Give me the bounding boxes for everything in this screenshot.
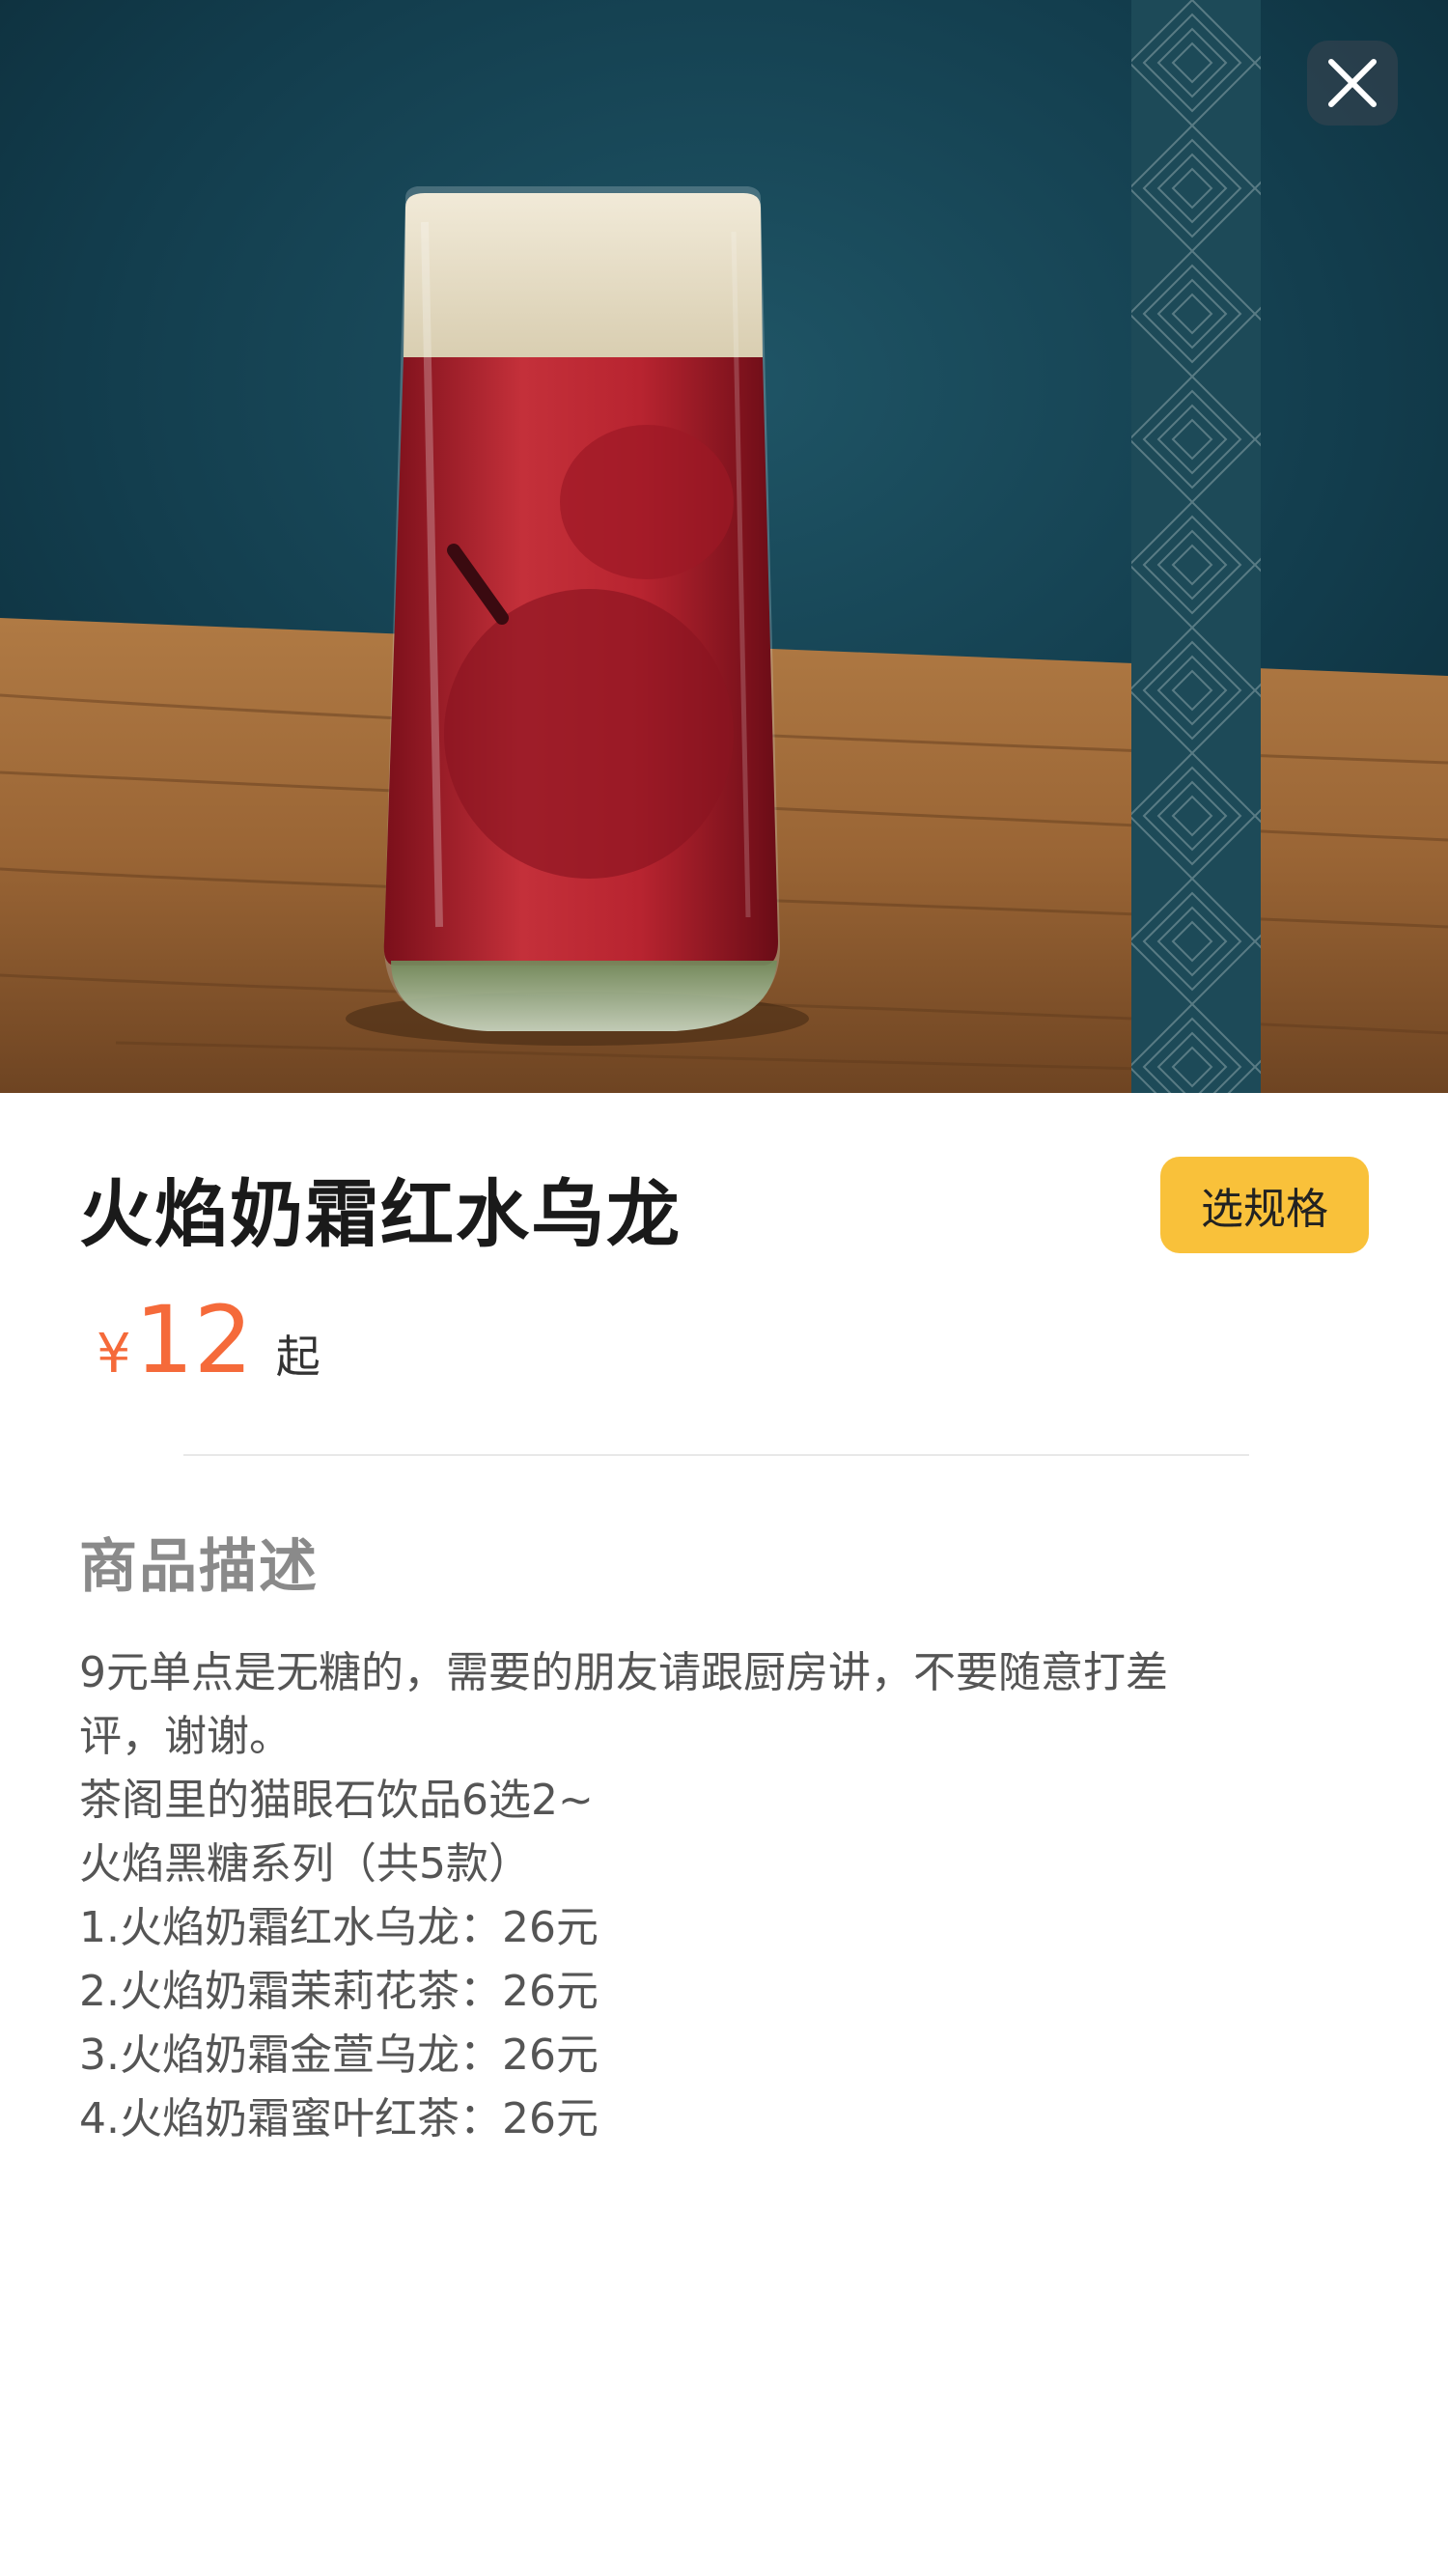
close-button[interactable] xyxy=(1307,41,1398,126)
product-title: 火焰奶霜红水乌龙 xyxy=(79,1171,682,1257)
divider xyxy=(183,1454,1249,1456)
description-line: 2.火焰奶霜茉莉花茶：26元 xyxy=(79,1967,599,2016)
product-image xyxy=(0,0,1448,1093)
description-body: 9元单点是无糖的，需要的朋友请跟厨房讲，不要随意打差 评，谢谢。 茶阁里的猫眼石… xyxy=(79,1641,1353,2151)
price-suffix: 起 xyxy=(275,1330,320,1383)
select-spec-button[interactable]: 选规格 xyxy=(1160,1157,1369,1253)
price: ¥ 12 起 xyxy=(97,1294,320,1386)
description-line: 1.火焰奶霜红水乌龙：26元 xyxy=(79,1903,599,1952)
description-line: 4.火焰奶霜蜜叶红茶：26元 xyxy=(79,2094,599,2143)
price-amount: 12 xyxy=(134,1286,253,1394)
close-icon xyxy=(1325,56,1379,110)
description-line: 茶阁里的猫眼石饮品6选2~ xyxy=(79,1776,594,1825)
description-line: 火焰黑糖系列（共5款） xyxy=(79,1839,531,1889)
price-currency: ¥ xyxy=(97,1323,131,1386)
description-heading: 商品描述 xyxy=(79,1533,319,1601)
description-line: 9元单点是无糖的，需要的朋友请跟厨房讲，不要随意打差 xyxy=(79,1648,1168,1697)
description-line: 3.火焰奶霜金萱乌龙：26元 xyxy=(79,2030,599,2080)
description-line: 评，谢谢。 xyxy=(79,1712,292,1761)
